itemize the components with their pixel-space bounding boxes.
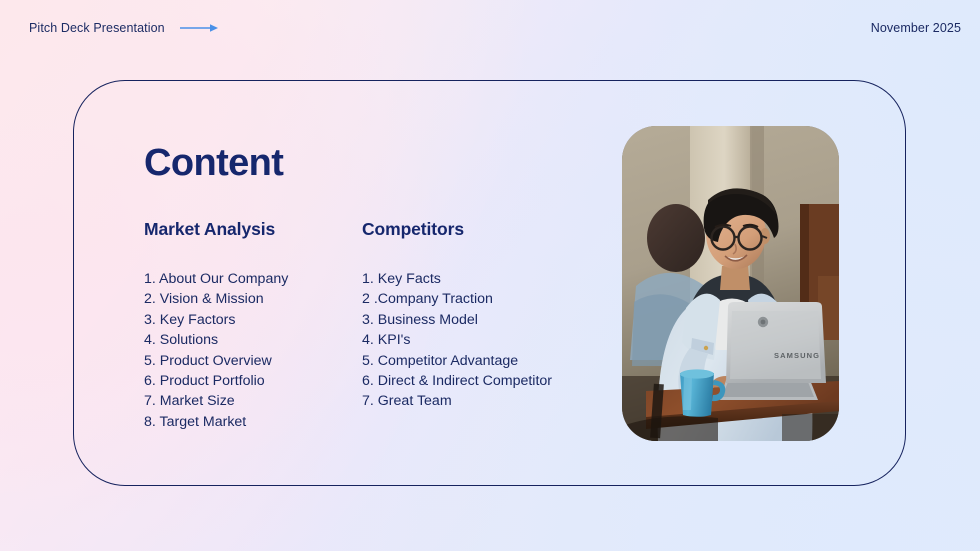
- presentation-date: November 2025: [870, 21, 961, 35]
- list-item[interactable]: 2. Vision & Mission: [144, 289, 362, 309]
- list-item[interactable]: 6. Direct & Indirect Competitor: [362, 371, 614, 391]
- list-item[interactable]: 2 .Company Traction: [362, 289, 614, 309]
- content-columns: Market Analysis 1. About Our Company 2. …: [144, 219, 614, 432]
- list-item[interactable]: 3. Business Model: [362, 310, 614, 330]
- list-item[interactable]: 1. About Our Company: [144, 269, 362, 289]
- column-heading: Competitors: [362, 219, 464, 239]
- list-item[interactable]: 6. Product Portfolio: [144, 371, 362, 391]
- list-item[interactable]: 5. Competitor Advantage: [362, 351, 614, 371]
- page-title: Content: [144, 142, 284, 185]
- person-with-laptop-photo: SAMSUNG: [622, 126, 839, 441]
- list-item[interactable]: 8. Target Market: [144, 412, 362, 432]
- list-item[interactable]: 1. Key Facts: [362, 269, 614, 289]
- slide-canvas: Pitch Deck Presentation November 2025 Co…: [0, 0, 980, 551]
- header-left-group: Pitch Deck Presentation: [29, 21, 219, 35]
- competitors-list: 1. Key Facts 2 .Company Traction 3. Busi…: [362, 269, 614, 412]
- market-analysis-list: 1. About Our Company 2. Vision & Mission…: [144, 269, 362, 432]
- column-heading: Market Analysis: [144, 219, 276, 239]
- list-item[interactable]: 5. Product Overview: [144, 351, 362, 371]
- list-item[interactable]: 3. Key Factors: [144, 310, 362, 330]
- column-market-analysis: Market Analysis 1. About Our Company 2. …: [144, 219, 362, 432]
- arrow-right-icon: [179, 22, 219, 34]
- list-item[interactable]: 4. KPI's: [362, 330, 614, 350]
- presentation-kicker: Pitch Deck Presentation: [29, 21, 165, 35]
- list-item[interactable]: 4. Solutions: [144, 330, 362, 350]
- svg-text:SAMSUNG: SAMSUNG: [774, 351, 820, 360]
- list-item[interactable]: 7. Great Team: [362, 391, 614, 411]
- column-competitors: Competitors 1. Key Facts 2 .Company Trac…: [362, 219, 614, 432]
- slide-header: Pitch Deck Presentation November 2025: [0, 0, 980, 56]
- list-item[interactable]: 7. Market Size: [144, 391, 362, 411]
